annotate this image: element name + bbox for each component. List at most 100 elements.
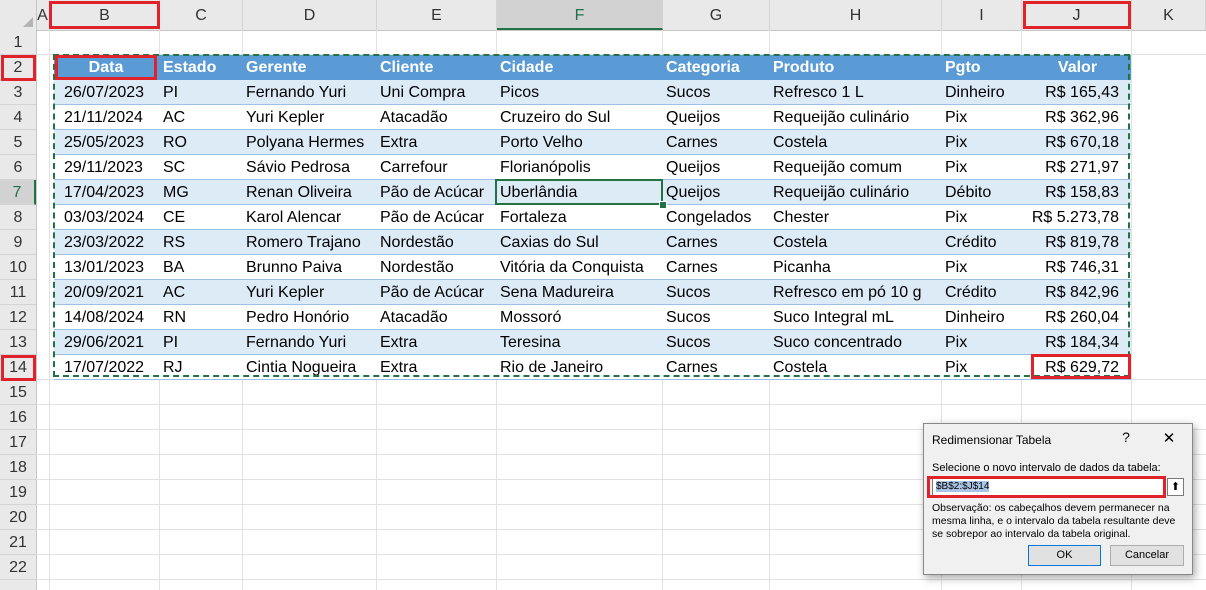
table-cell[interactable]: R$ 5.273,78 xyxy=(1024,205,1119,230)
table-cell[interactable]: Pix xyxy=(945,155,1021,180)
column-header-h[interactable]: H xyxy=(770,0,942,30)
table-cell[interactable]: 25/05/2023 xyxy=(64,130,160,155)
table-cell[interactable]: Cintia Nogueira xyxy=(246,355,374,380)
row-header-11[interactable]: 11 xyxy=(0,280,36,305)
table-cell[interactable]: Extra xyxy=(380,130,496,155)
table-cell[interactable]: PI xyxy=(163,330,243,355)
table-cell[interactable]: Débito xyxy=(945,180,1021,205)
table-cell[interactable]: Pix xyxy=(945,130,1021,155)
table-cell[interactable]: Pedro Honório xyxy=(246,305,374,330)
table-cell[interactable]: Suco Integral mL xyxy=(773,305,941,330)
column-header-b[interactable]: B xyxy=(50,0,160,30)
table-cell[interactable]: Refresco em pó 10 g xyxy=(773,280,941,305)
table-cell[interactable]: Picos xyxy=(500,80,660,105)
column-header-g[interactable]: G xyxy=(663,0,770,30)
header-cell[interactable]: Pgto xyxy=(945,55,1021,80)
table-cell[interactable]: Crédito xyxy=(945,280,1021,305)
table-cell[interactable]: MG xyxy=(163,180,243,205)
row-header-22[interactable]: 22 xyxy=(0,555,36,580)
table-cell[interactable]: Sávio Pedrosa xyxy=(246,155,374,180)
table-cell[interactable]: Costela xyxy=(773,130,941,155)
row-header-20[interactable]: 20 xyxy=(0,505,36,530)
table-cell[interactable]: R$ 184,34 xyxy=(1024,330,1119,355)
table-cell[interactable]: Costela xyxy=(773,230,941,255)
table-cell[interactable]: R$ 819,78 xyxy=(1024,230,1119,255)
table-cell[interactable]: Sena Madureira xyxy=(500,280,660,305)
table-cell[interactable]: Florianópolis xyxy=(500,155,660,180)
table-cell[interactable]: Sucos xyxy=(666,330,768,355)
table-cell[interactable]: RO xyxy=(163,130,243,155)
table-cell[interactable]: 17/04/2023 xyxy=(64,180,160,205)
header-cell[interactable]: Cliente xyxy=(380,55,496,80)
table-cell[interactable]: Pix xyxy=(945,355,1021,380)
table-cell[interactable]: R$ 842,96 xyxy=(1024,280,1119,305)
table-cell[interactable]: Teresina xyxy=(500,330,660,355)
table-cell[interactable]: RJ xyxy=(163,355,243,380)
help-icon[interactable]: ? xyxy=(1118,429,1134,445)
row-header-19[interactable]: 19 xyxy=(0,480,36,505)
row-header-4[interactable]: 4 xyxy=(0,105,36,130)
table-cell[interactable]: Pix xyxy=(945,255,1021,280)
row-header-14[interactable]: 14 xyxy=(0,355,36,380)
column-header-i[interactable]: I xyxy=(942,0,1022,30)
column-header-d[interactable]: D xyxy=(243,0,377,30)
row-header-8[interactable]: 8 xyxy=(0,205,36,230)
row-header-9[interactable]: 9 xyxy=(0,230,36,255)
table-cell[interactable]: RS xyxy=(163,230,243,255)
table-cell[interactable]: Renan Oliveira xyxy=(246,180,374,205)
close-icon[interactable]: ✕ xyxy=(1160,429,1178,447)
table-cell[interactable]: Congelados xyxy=(666,205,768,230)
table-cell[interactable]: Chester xyxy=(773,205,941,230)
header-cell[interactable]: Gerente xyxy=(246,55,374,80)
table-cell[interactable]: Cruzeiro do Sul xyxy=(500,105,660,130)
table-cell[interactable]: Fortaleza xyxy=(500,205,660,230)
table-cell[interactable]: Dinheiro xyxy=(945,305,1021,330)
table-cell[interactable]: 21/11/2024 xyxy=(64,105,160,130)
row-header-1[interactable]: 1 xyxy=(0,30,36,55)
header-cell[interactable]: Estado xyxy=(163,55,243,80)
table-cell[interactable]: Sucos xyxy=(666,280,768,305)
header-cell[interactable]: Valor xyxy=(1024,55,1131,80)
row-header-16[interactable]: 16 xyxy=(0,405,36,430)
table-cell[interactable]: Vitória da Conquista xyxy=(500,255,660,280)
table-cell[interactable]: 17/07/2022 xyxy=(64,355,160,380)
table-cell[interactable]: Dinheiro xyxy=(945,80,1021,105)
row-header-2[interactable]: 2 xyxy=(0,55,36,80)
table-cell[interactable]: Karol Alencar xyxy=(246,205,374,230)
table-cell[interactable]: Requeijão culinário xyxy=(773,180,941,205)
table-cell[interactable]: Uni Compra xyxy=(380,80,496,105)
table-cell[interactable]: 03/03/2024 xyxy=(64,205,160,230)
row-header-17[interactable]: 17 xyxy=(0,430,36,455)
table-cell[interactable]: Queijos xyxy=(666,105,768,130)
table-cell[interactable]: 20/09/2021 xyxy=(64,280,160,305)
row-header-3[interactable]: 3 xyxy=(0,80,36,105)
table-cell[interactable]: Carnes xyxy=(666,255,768,280)
table-cell[interactable]: Polyana Hermes xyxy=(246,130,374,155)
table-cell[interactable]: Pix xyxy=(945,330,1021,355)
table-cell[interactable]: R$ 260,04 xyxy=(1024,305,1119,330)
header-cell[interactable]: Data xyxy=(54,55,158,80)
header-cell[interactable]: Produto xyxy=(773,55,941,80)
table-cell[interactable]: R$ 158,83 xyxy=(1024,180,1119,205)
table-cell[interactable]: Yuri Kepler xyxy=(246,105,374,130)
table-cell[interactable]: 23/03/2022 xyxy=(64,230,160,255)
table-cell[interactable]: Suco concentrado xyxy=(773,330,941,355)
table-cell[interactable]: Brunno Paiva xyxy=(246,255,374,280)
table-cell[interactable]: R$ 670,18 xyxy=(1024,130,1119,155)
table-cell[interactable]: Caxias do Sul xyxy=(500,230,660,255)
table-cell[interactable]: Sucos xyxy=(666,305,768,330)
table-cell[interactable]: Carnes xyxy=(666,355,768,380)
table-cell[interactable]: R$ 746,31 xyxy=(1024,255,1119,280)
table-cell[interactable]: Pix xyxy=(945,105,1021,130)
table-cell[interactable]: Yuri Kepler xyxy=(246,280,374,305)
table-cell[interactable]: Rio de Janeiro xyxy=(500,355,660,380)
column-header-a[interactable]: A xyxy=(36,0,50,30)
collapse-dialog-arrow-icon[interactable]: ⬆ xyxy=(1167,478,1184,496)
row-header-13[interactable]: 13 xyxy=(0,330,36,355)
table-cell[interactable]: Picanha xyxy=(773,255,941,280)
table-cell[interactable]: 13/01/2023 xyxy=(64,255,160,280)
table-cell[interactable]: Romero Trajano xyxy=(246,230,374,255)
table-cell[interactable]: RN xyxy=(163,305,243,330)
table-cell[interactable]: 14/08/2024 xyxy=(64,305,160,330)
table-cell[interactable]: R$ 362,96 xyxy=(1024,105,1119,130)
